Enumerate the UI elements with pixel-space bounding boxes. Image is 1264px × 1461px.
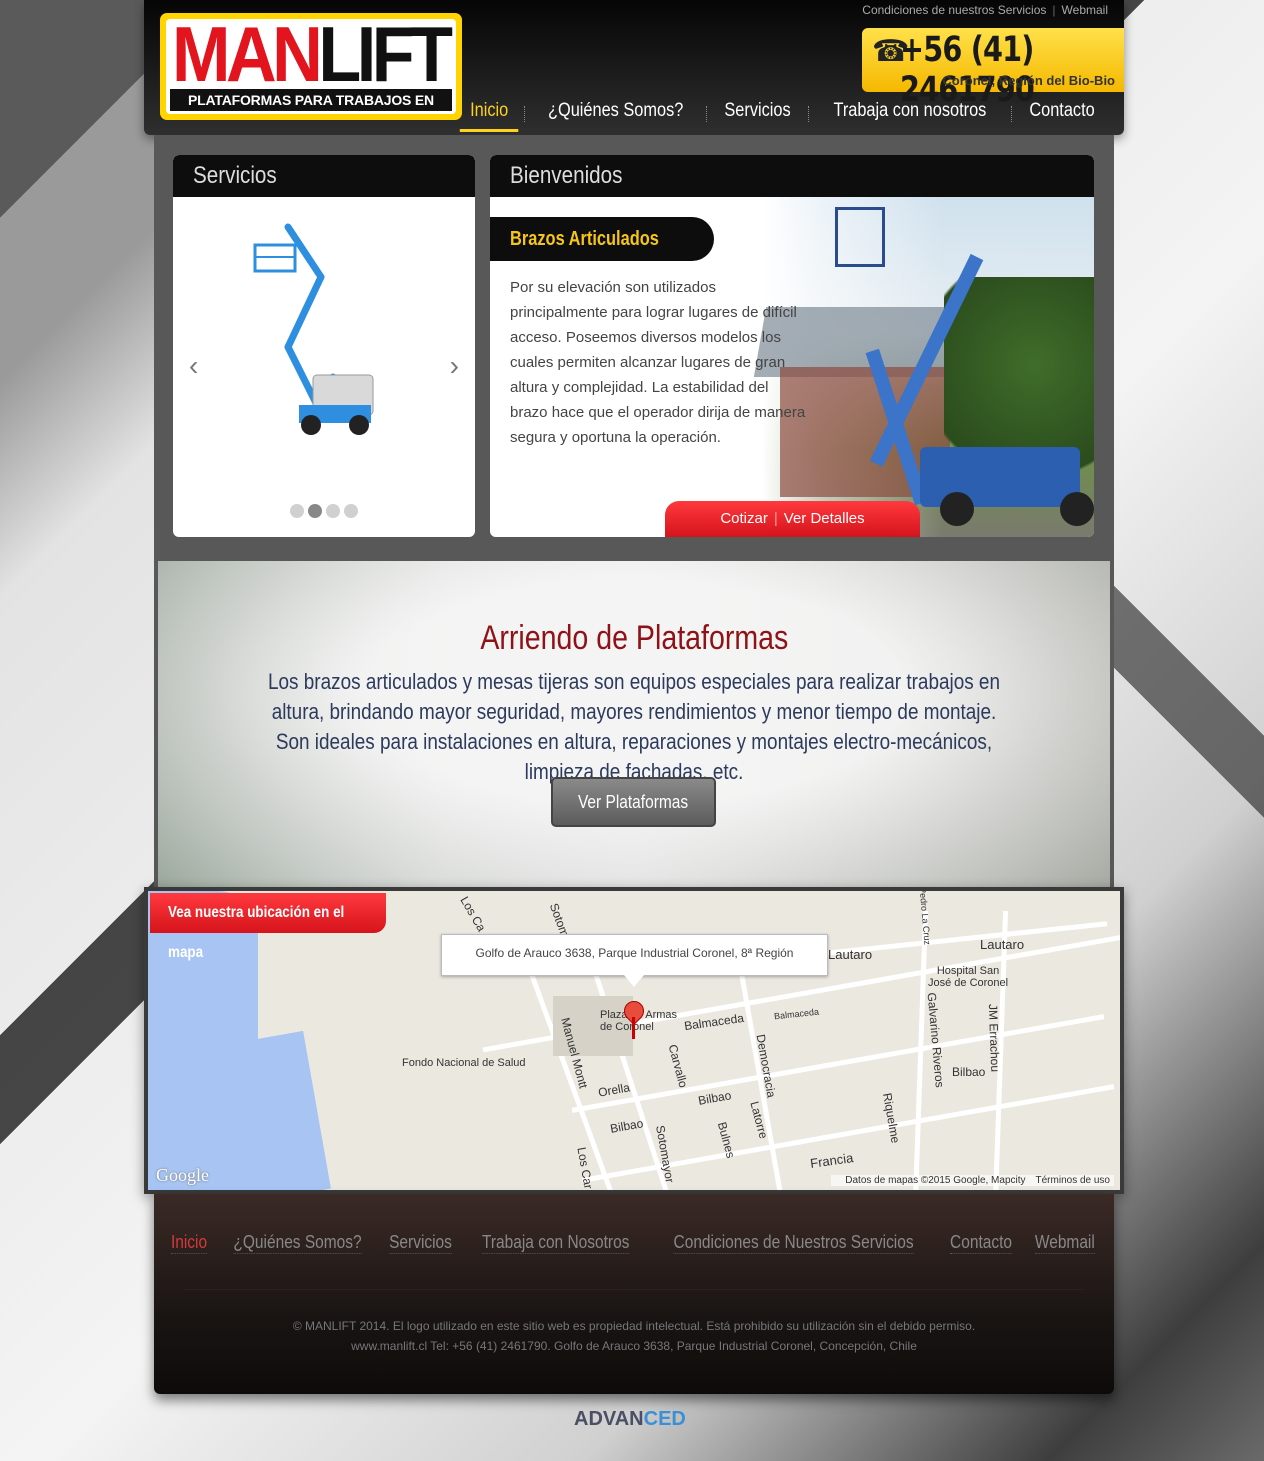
map-location-tag[interactable]: Vea nuestra ubicación en el mapa bbox=[150, 893, 386, 961]
chevron-left-icon[interactable]: ‹ bbox=[189, 350, 198, 382]
phone-location: Coronel, Región del Bio-Bio bbox=[942, 73, 1115, 88]
ver-detalles-button[interactable]: Ver Detalles bbox=[784, 510, 865, 527]
top-links: Condiciones de nuestros Servicios | Webmai… bbox=[856, 3, 1114, 17]
credit-part1: ADVAN bbox=[574, 1408, 644, 1430]
credit-part2: CED bbox=[643, 1408, 686, 1430]
arriendo-body: Los brazos articulados y mesas tijeras s… bbox=[198, 667, 1070, 787]
servicios-panel: Servicios ‹ › bbox=[173, 155, 475, 537]
lift-wheel bbox=[1060, 492, 1094, 526]
nav-contacto[interactable]: Contacto bbox=[1019, 96, 1105, 132]
nav-trabaja[interactable]: Trabaja con nosotros bbox=[823, 96, 997, 132]
map-label-riquelme: Riquelme bbox=[880, 1091, 903, 1145]
map-label-orella: Orella bbox=[597, 1080, 631, 1100]
ver-plataformas-button[interactable]: Ver Plataformas bbox=[551, 777, 716, 827]
action-bar: Cotizar | Ver Detalles bbox=[665, 501, 920, 537]
cotizar-button[interactable]: Cotizar bbox=[720, 510, 768, 527]
map-label-bilbao: Bilbao bbox=[609, 1116, 645, 1136]
map-address-bubble: Golfo de Arauco 3638, Parque Industrial … bbox=[441, 934, 828, 987]
bienvenidos-title: Bienvenidos bbox=[510, 162, 623, 189]
map-copyright: Datos de mapas ©2015 Google, Mapcity Térm… bbox=[831, 1175, 1114, 1186]
servicios-title: Servicios bbox=[193, 162, 277, 189]
map-tag-label: Vea nuestra ubicación en el mapa bbox=[168, 904, 345, 961]
logo-tagline: PLATAFORMAS PARA TRABAJOS EN ALTURA bbox=[170, 89, 452, 111]
map-label-bilbao: Bilbao bbox=[697, 1088, 733, 1108]
lift-basket bbox=[835, 207, 885, 267]
brazos-articulados-tag: Brazos Articulados bbox=[490, 217, 714, 261]
carousel-dots bbox=[173, 504, 475, 523]
nav-servicios[interactable]: Servicios bbox=[714, 96, 801, 132]
map-pin-stem bbox=[632, 1017, 635, 1039]
main-content: Servicios ‹ › Bienvenidos Brazos Articul… bbox=[154, 135, 1114, 890]
footer-copy-line1: © MANLIFT 2014. El logo utilizado en est… bbox=[292, 1319, 976, 1333]
arriendo-title-text: Arriendo de Plataformas bbox=[480, 619, 788, 657]
ver-plataformas-label: Ver Plataformas bbox=[578, 792, 689, 812]
map-label-lautaro: Lautaro bbox=[828, 947, 873, 962]
map-label-carvallo: Carvallo bbox=[665, 1042, 691, 1090]
logo-wordmark: MANLIFT bbox=[172, 19, 453, 93]
boom-lift-image[interactable] bbox=[173, 197, 475, 497]
footer-link-inicio[interactable]: Inicio bbox=[171, 1232, 208, 1254]
map-label-pedro: Pedro La Cruz bbox=[917, 887, 933, 946]
logo-word-red: MAN bbox=[172, 19, 323, 98]
nav-separator bbox=[808, 106, 810, 122]
servicios-header: Servicios bbox=[173, 155, 475, 197]
manlift-logo[interactable]: MANLIFT PLATAFORMAS PARA TRABAJOS EN ALT… bbox=[160, 13, 462, 120]
footer-copyright: © MANLIFT 2014. El logo utilizado en est… bbox=[154, 1316, 1114, 1356]
arriendo-body-text: Los brazos articulados y mesas tijeras s… bbox=[268, 669, 1000, 784]
nav-separator bbox=[523, 106, 525, 122]
carousel-dot[interactable] bbox=[344, 504, 358, 518]
arriendo-title: Arriendo de Plataformas bbox=[158, 619, 1110, 658]
carousel-dot-active[interactable] bbox=[308, 504, 322, 518]
footer-link-contacto[interactable]: Contacto bbox=[950, 1232, 1013, 1254]
map-label-errachou: JM Errachou bbox=[985, 1003, 1003, 1073]
site-header: MANLIFT PLATAFORMAS PARA TRABAJOS EN ALT… bbox=[144, 0, 1124, 135]
map-label-los-car: Los Car bbox=[574, 1146, 596, 1190]
nav-inicio[interactable]: Inicio bbox=[460, 96, 519, 132]
map-label-francia: Francia bbox=[809, 1150, 855, 1171]
logo-word-black: LIFT bbox=[318, 19, 453, 98]
google-logo[interactable]: Google bbox=[156, 1165, 209, 1186]
nav-separator bbox=[706, 106, 708, 122]
nav-quienes-somos[interactable]: ¿Quiénes Somos? bbox=[537, 96, 693, 132]
footer-link-quienes[interactable]: ¿Quiénes Somos? bbox=[233, 1232, 362, 1254]
bienvenidos-header: Bienvenidos bbox=[490, 155, 1094, 197]
bienvenidos-text: Por su elevación son utilizados principa… bbox=[510, 279, 806, 446]
map-data-credit: Datos de mapas ©2015 Google, Mapcity bbox=[845, 1175, 1026, 1186]
footer-nav: Inicio ¿Quiénes Somos? Servicios Trabaja… bbox=[154, 1232, 1114, 1254]
footer-link-webmail[interactable]: Webmail bbox=[1034, 1232, 1095, 1254]
map-label-galvarino: Galvarino Riveros bbox=[924, 991, 947, 1089]
map-terms-link[interactable]: Términos de uso bbox=[1036, 1175, 1110, 1186]
chevron-right-icon[interactable]: › bbox=[450, 350, 459, 382]
footer-link-condiciones[interactable]: Condiciones de Nuestros Servicios bbox=[673, 1232, 914, 1254]
advanced-credit-logo[interactable]: ADVANCED bbox=[574, 1408, 686, 1431]
phone-box: ☎ +56 (41) 2461790 Coronel, Región del B… bbox=[862, 28, 1124, 110]
carousel-dot[interactable] bbox=[290, 504, 304, 518]
map-label-bilbao: Bilbao bbox=[952, 1065, 986, 1079]
map-road bbox=[912, 911, 929, 1190]
footer-link-servicios[interactable]: Servicios bbox=[389, 1232, 453, 1254]
lift-wheel bbox=[940, 492, 974, 526]
arriendo-section: Arriendo de Plataformas Los brazos artic… bbox=[158, 561, 1110, 890]
main-nav: Inicio ¿Quiénes Somos? Servicios Trabaja… bbox=[455, 96, 1112, 132]
top-link-webmail[interactable]: Webmail bbox=[1056, 3, 1114, 17]
footer-link-trabaja[interactable]: Trabaja con Nosotros bbox=[481, 1232, 630, 1254]
footer-copy-line2: www.manlift.cl Tel: +56 (41) 2461790. Go… bbox=[351, 1339, 917, 1353]
footer-divider bbox=[184, 1289, 1084, 1290]
location-map[interactable]: Lautaro Lautaro Hospital San José de Cor… bbox=[144, 887, 1124, 1194]
tag-label: Brazos Articulados bbox=[510, 228, 659, 250]
bienvenidos-panel: Bienvenidos Brazos Articulados Por su el… bbox=[490, 155, 1094, 537]
site-footer: Inicio ¿Quiénes Somos? Servicios Trabaja… bbox=[154, 1194, 1114, 1394]
action-separator: | bbox=[773, 510, 778, 527]
map-label-lautaro: Lautaro bbox=[980, 937, 1025, 952]
map-label-balmaceda: Balmaceda bbox=[773, 1006, 820, 1022]
map-label-fondo: Fondo Nacional de Salud bbox=[402, 1057, 526, 1069]
nav-separator bbox=[1010, 106, 1012, 122]
map-label-hospital: Hospital San José de Coronel bbox=[928, 965, 1009, 989]
carousel-dot[interactable] bbox=[326, 504, 340, 518]
logo-inner: MANLIFT PLATAFORMAS PARA TRABAJOS EN ALT… bbox=[166, 19, 456, 114]
top-link-condiciones[interactable]: Condiciones de nuestros Servicios bbox=[856, 3, 1052, 17]
map-label-los-ca: Los Ca bbox=[457, 894, 489, 934]
